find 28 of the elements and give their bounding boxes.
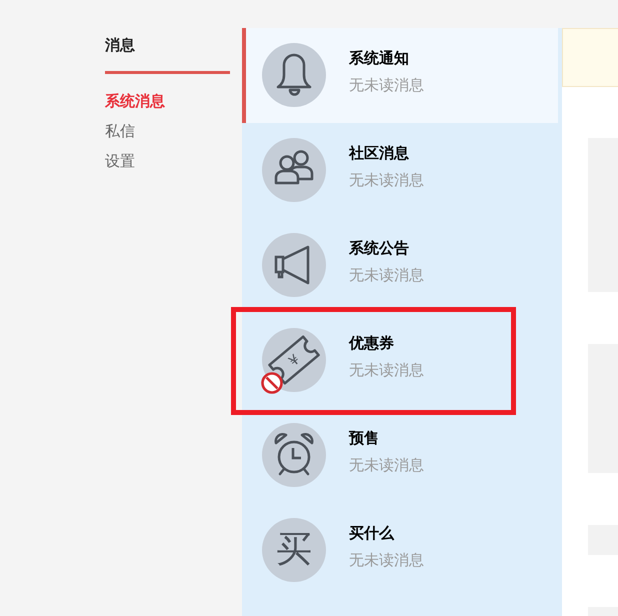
item-title: 社区消息 bbox=[349, 144, 409, 162]
message-type-item[interactable]: ¥ 优惠券 无未读消息 bbox=[242, 313, 558, 408]
item-status: 无未读消息 bbox=[349, 360, 424, 380]
item-title: 系统通知 bbox=[349, 49, 409, 67]
sidebar-item[interactable]: 设置 bbox=[105, 146, 135, 176]
section-title: 消息 bbox=[105, 36, 135, 54]
sidebar-item[interactable]: 私信 bbox=[105, 116, 135, 146]
megaphone-icon bbox=[262, 233, 326, 297]
message-type-item[interactable]: 社区消息 无未读消息 bbox=[242, 123, 558, 218]
item-title: 买什么 bbox=[349, 524, 394, 542]
bell-icon bbox=[262, 43, 326, 107]
sidebar-item[interactable]: 系统消息 bbox=[105, 86, 165, 116]
message-type-item[interactable]: 买 买什么 无未读消息 bbox=[242, 503, 558, 598]
item-status: 无未读消息 bbox=[349, 455, 424, 475]
ticket-icon: ¥ bbox=[262, 328, 326, 392]
character-icon: 买 bbox=[262, 518, 326, 582]
people-icon bbox=[262, 138, 326, 202]
item-title: 预售 bbox=[349, 429, 379, 447]
item-title: 系统公告 bbox=[349, 239, 409, 257]
message-type-item[interactable]: 预售 无未读消息 bbox=[242, 408, 558, 503]
message-type-item[interactable]: 系统通知 无未读消息 bbox=[242, 28, 558, 123]
message-type-item[interactable]: 系统公告 无未读消息 bbox=[242, 218, 558, 313]
item-status: 无未读消息 bbox=[349, 170, 424, 190]
item-status: 无未读消息 bbox=[349, 550, 424, 570]
item-status: 无未读消息 bbox=[349, 75, 424, 95]
item-title: 优惠券 bbox=[349, 334, 394, 352]
item-status: 无未读消息 bbox=[349, 265, 424, 285]
alarm-clock-icon bbox=[262, 423, 326, 487]
